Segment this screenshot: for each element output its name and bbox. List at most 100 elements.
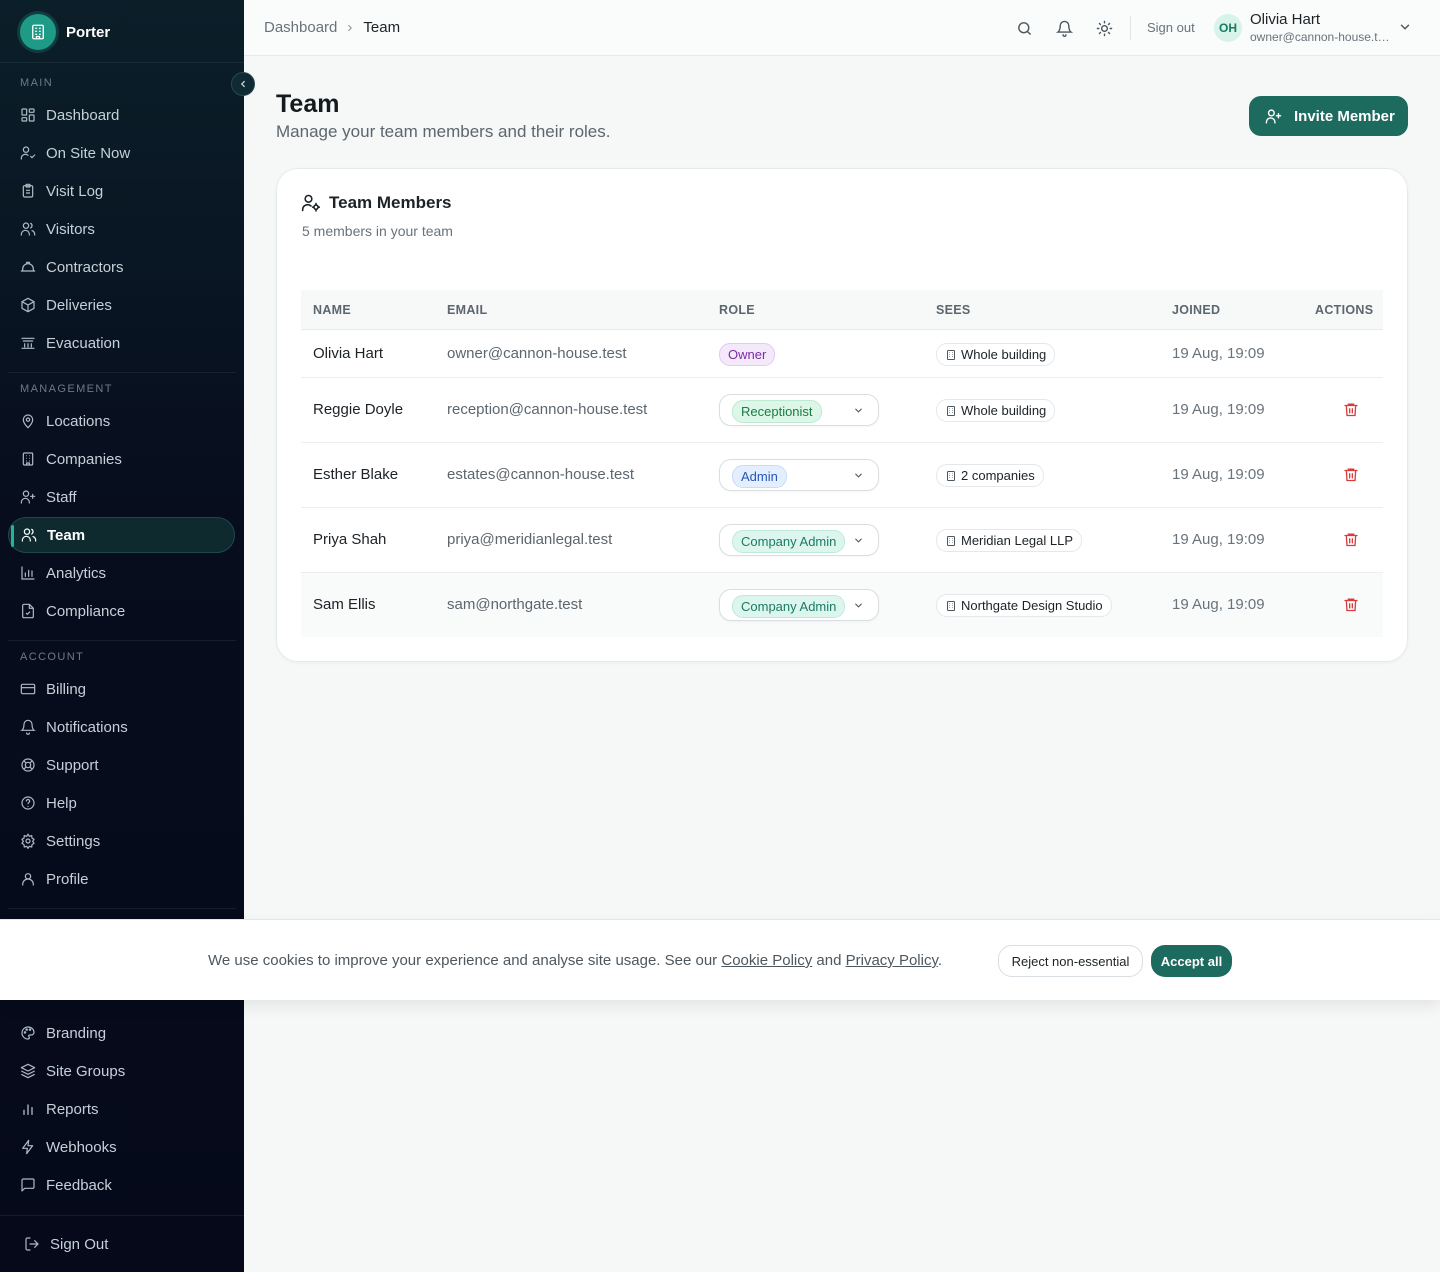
palette-icon [21, 1026, 35, 1040]
sees-badge: Whole building [936, 343, 1056, 366]
sidebar: Porter MAIN Dashboard On Site Now Visit … [0, 0, 244, 1272]
chevron-down-icon[interactable] [1398, 20, 1412, 34]
user-icon [22, 873, 34, 886]
help-circle-icon [21, 796, 35, 810]
member-name: Sam Ellis [313, 596, 376, 613]
joined-date: 19 Aug, 19:09 [1172, 345, 1265, 362]
joined-date: 19 Aug, 19:09 [1172, 531, 1265, 548]
cookie-period: . [937, 952, 943, 969]
sidebar-item-locations[interactable]: Locations [8, 403, 235, 439]
sidebar-item-on-site-now[interactable]: On Site Now [8, 135, 235, 171]
cookie-policy-link[interactable]: Cookie Policy [721, 952, 812, 969]
sidebar-item-settings[interactable]: Settings [8, 823, 235, 859]
breadcrumb-link-dashboard[interactable]: Dashboard [264, 19, 337, 36]
role-badge: Receptionist [732, 400, 822, 423]
sidebar-item-label: Deliveries [46, 296, 112, 314]
member-name: Esther Blake [313, 466, 399, 483]
divider [8, 908, 236, 909]
trash-icon[interactable] [1343, 596, 1359, 613]
sidebar-item-analytics[interactable]: Analytics [8, 555, 235, 591]
role-badge: Company Admin [732, 595, 846, 618]
sidebar-item-evacuation[interactable]: Evacuation [8, 325, 235, 361]
notifications-button[interactable] [1054, 18, 1074, 38]
theme-toggle-button[interactable] [1094, 18, 1114, 38]
chart-column-icon [23, 1104, 33, 1115]
sidebar-item-profile[interactable]: Profile [8, 861, 235, 897]
invite-member-button[interactable]: Invite Member [1249, 96, 1408, 136]
card-subtitle: 5 members in your team [302, 223, 453, 239]
sidebar-item-label: Feedback [46, 1176, 112, 1194]
role-badge: Company Admin [732, 530, 846, 553]
table-row: Sam Ellis sam@northgate.test Company Adm… [301, 573, 1383, 637]
search-button[interactable] [1014, 18, 1034, 38]
sidebar-item-support[interactable]: Support [8, 747, 235, 783]
building-icon [947, 470, 955, 481]
reject-non-essential-button[interactable]: Reject non-essential [998, 945, 1143, 977]
invite-member-label: Invite Member [1294, 107, 1395, 125]
building-icon [20, 14, 56, 50]
sidebar-item-deliveries[interactable]: Deliveries [8, 287, 235, 323]
column-header-role[interactable]: ROLE [719, 303, 755, 317]
role-select[interactable]: Receptionist [719, 394, 879, 426]
role-select[interactable]: Admin [719, 459, 879, 491]
column-header-name[interactable]: NAME [313, 303, 351, 317]
sidebar-item-feedback[interactable]: Feedback [8, 1167, 235, 1203]
column-header-actions: ACTIONS [1315, 303, 1374, 317]
sidebar-item-notifications[interactable]: Notifications [8, 709, 235, 745]
role-select[interactable]: Company Admin [719, 589, 879, 621]
sidebar-item-label: Notifications [46, 718, 128, 736]
avatar[interactable]: OH [1214, 14, 1242, 42]
sidebar-item-reports[interactable]: Reports [8, 1091, 235, 1127]
sidebar-item-label: Compliance [46, 602, 126, 620]
column-header-joined[interactable]: JOINED [1172, 303, 1220, 317]
sidebar-item-compliance[interactable]: Compliance [8, 593, 235, 629]
collapse-sidebar-button[interactable] [231, 72, 255, 96]
sees-badge: 2 companies [936, 464, 1044, 487]
sign-out-link[interactable]: Sign out [1147, 20, 1195, 35]
role-select[interactable]: Company Admin [719, 524, 879, 556]
siren-icon [21, 337, 35, 349]
section-label-main: MAIN [20, 77, 54, 89]
sidebar-item-label: Help [46, 794, 77, 812]
trash-icon[interactable] [1343, 531, 1359, 548]
sidebar-sign-out[interactable]: Sign Out [8, 1226, 235, 1262]
sidebar-item-site-groups[interactable]: Site Groups [8, 1053, 235, 1089]
trash-icon[interactable] [1343, 466, 1359, 483]
user-plus-icon [1265, 108, 1282, 124]
sidebar-item-team[interactable]: Team [8, 517, 235, 553]
user-check-icon [20, 146, 36, 160]
cookie-banner: We use cookies to improve your experienc… [0, 919, 1440, 1000]
cookie-message: We use cookies to improve your experienc… [208, 952, 942, 969]
column-header-sees[interactable]: SEES [936, 303, 971, 317]
trash-icon[interactable] [1343, 401, 1359, 418]
sidebar-item-label: Team [47, 526, 86, 544]
sidebar-item-branding[interactable]: Branding [8, 1015, 235, 1051]
sidebar-item-visitors[interactable]: Visitors [8, 211, 235, 247]
member-email: priya@meridianlegal.test [447, 531, 613, 548]
brand[interactable]: Porter [20, 14, 110, 50]
divider [0, 1215, 244, 1216]
sidebar-item-label: Staff [46, 488, 77, 506]
accept-all-button[interactable]: Accept all [1151, 945, 1232, 977]
table-row: Esther Blake estates@cannon-house.test A… [301, 443, 1383, 508]
sun-icon [1096, 20, 1112, 36]
privacy-policy-link[interactable]: Privacy Policy [846, 952, 938, 969]
sidebar-item-help[interactable]: Help [8, 785, 235, 821]
sidebar-item-contractors[interactable]: Contractors [8, 249, 235, 285]
column-header-email[interactable]: EMAIL [447, 303, 487, 317]
member-name: Priya Shah [313, 531, 387, 548]
table-row: Reggie Doyle reception@cannon-house.test… [301, 378, 1383, 443]
sees-label: 2 companies [961, 468, 1035, 483]
sees-badge: Meridian Legal LLP [936, 529, 1083, 552]
sidebar-item-billing[interactable]: Billing [8, 671, 235, 707]
sidebar-item-dashboard[interactable]: Dashboard [8, 97, 235, 133]
sidebar-item-webhooks[interactable]: Webhooks [8, 1129, 235, 1165]
sidebar-item-label: Locations [46, 412, 111, 430]
sidebar-item-staff[interactable]: Staff [8, 479, 235, 515]
table-row: Olivia Hart owner@cannon-house.test Owne… [301, 330, 1383, 378]
user-name[interactable]: Olivia Hart [1250, 11, 1320, 28]
sidebar-item-visit-log[interactable]: Visit Log [8, 173, 235, 209]
sidebar-item-companies[interactable]: Companies [8, 441, 235, 477]
sees-label: Whole building [961, 347, 1047, 362]
package-icon [21, 297, 35, 313]
